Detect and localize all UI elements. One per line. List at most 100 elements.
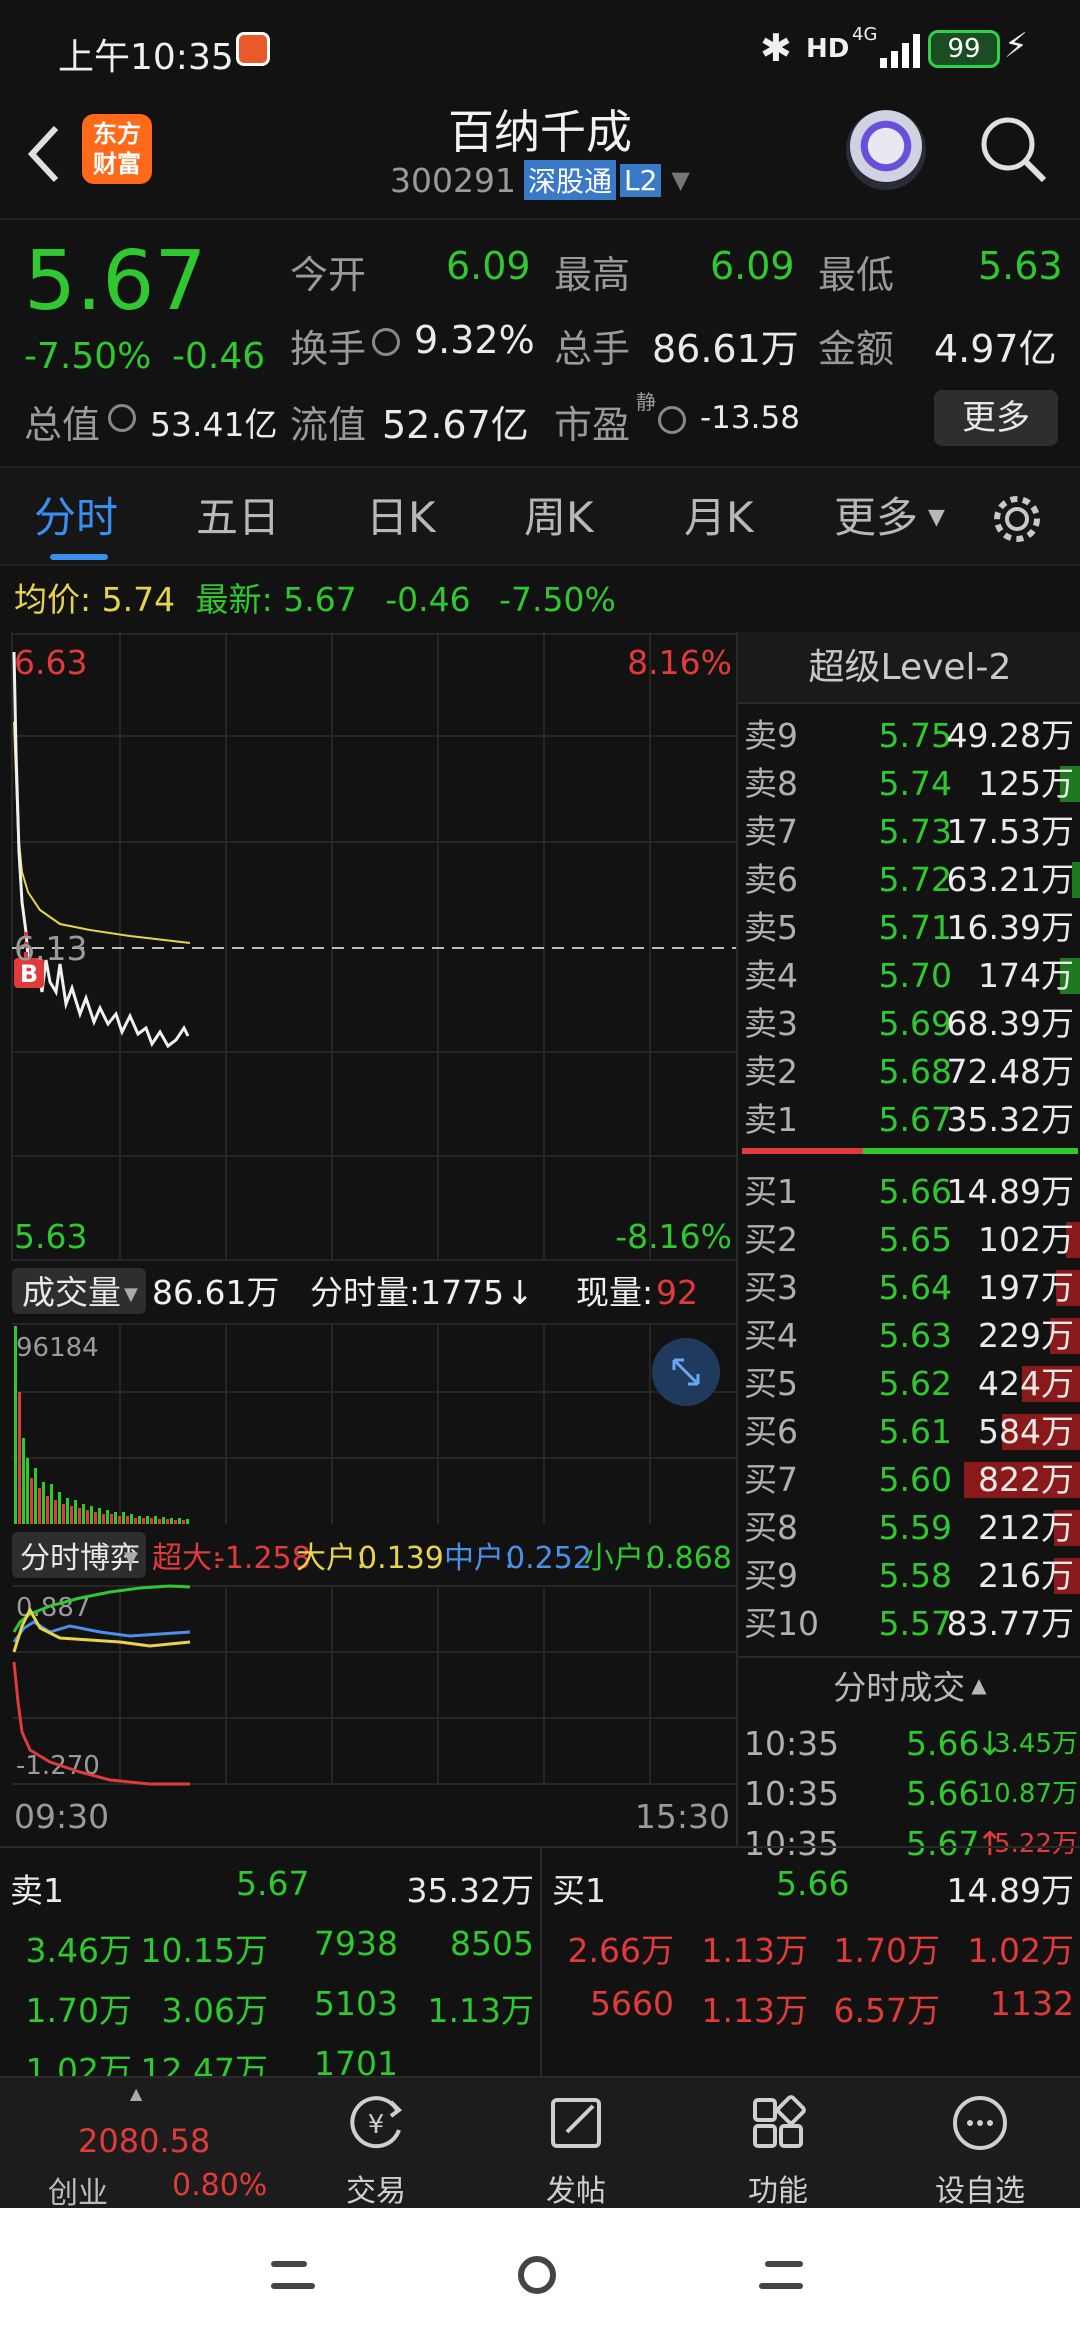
bid-row[interactable]: 买7 5.60 822万 — [738, 1456, 1080, 1504]
bid-volume: 83.77万 — [946, 1604, 1074, 1643]
summary-buy-cell: 2.66万 — [567, 1931, 674, 1970]
triangle-up-icon: ▲ — [971, 1673, 987, 1697]
latest-label: 最新: — [195, 580, 273, 619]
dropdown-triangle-icon: ▼ — [124, 1284, 138, 1305]
ask-label: 卖2 — [744, 1052, 798, 1091]
big-value: 0.139 — [358, 1541, 444, 1576]
tab-more[interactable]: 更多 — [834, 468, 918, 568]
summary-divider — [540, 1848, 542, 2078]
ask-label: 卖7 — [744, 812, 798, 851]
tab-more-triangle-icon: ▼ — [928, 505, 945, 530]
summary-sell-cell: 7938 — [314, 1924, 398, 1963]
bid-label: 买4 — [744, 1316, 798, 1355]
game-dropdown-label: 分时博弈 — [20, 1541, 140, 1576]
nav-trade-label: 交易 — [346, 2174, 406, 2209]
post-edit-icon — [551, 2098, 601, 2148]
bid-label: 买10 — [744, 1604, 819, 1643]
intraday-chart-area[interactable]: B 6.63 8.16% 6.13 5.63 -8.16% 成交量 ▼ 86.6… — [0, 632, 736, 1846]
bid-row[interactable]: 买8 5.59 212万 — [738, 1504, 1080, 1552]
bid-row[interactable]: 买3 5.64 197万 — [738, 1264, 1080, 1312]
bid-row[interactable]: 买9 5.58 216万 — [738, 1552, 1080, 1600]
ask-row[interactable]: 卖3 5.69 68.39万 — [738, 1000, 1080, 1048]
low-value: 5.63 — [978, 244, 1063, 288]
ask-row[interactable]: 卖1 5.67 35.32万 — [738, 1096, 1080, 1144]
amount-value: 4.97亿 — [934, 327, 1057, 371]
bid-price: 5.65 — [878, 1220, 952, 1259]
bid-price: 5.59 — [878, 1508, 952, 1547]
trade-time: 10:35 — [744, 1724, 840, 1763]
float-label: 流值 — [290, 403, 367, 447]
search-icon[interactable] — [978, 114, 1048, 186]
summary-buy-cell: 6.57万 — [833, 1991, 940, 2030]
ask-row[interactable]: 卖9 5.75 49.28万 — [738, 712, 1080, 760]
summary-buy-cell: 1.70万 — [833, 1931, 940, 1970]
settings-gear-icon[interactable] — [990, 492, 1044, 546]
ask-volume: 35.32万 — [946, 1100, 1074, 1139]
tab-weekly-k[interactable]: 周K — [524, 468, 594, 568]
recent-apps-icon[interactable] — [270, 2258, 316, 2292]
triangle-up-icon: ▲ — [130, 2084, 143, 2103]
quote-panel: 5.67 -7.50% -0.46 今开 6.09 最高 6.09 最低 5.6… — [0, 218, 1080, 458]
nav-post[interactable]: 发帖 — [516, 2078, 636, 2210]
info-circle-icon[interactable] — [658, 406, 686, 434]
high-label: 最高 — [554, 253, 631, 297]
volume-value: 86.61万 — [652, 327, 799, 371]
volume-dropdown-label: 成交量 — [22, 1273, 121, 1312]
amount-label: 金额 — [818, 327, 895, 371]
order-book[interactable]: 超级Level-2 卖9 5.75 49.28万 卖8 5.74 125万 卖7 5.73 17… — [736, 632, 1080, 1863]
more-button[interactable]: 更多 — [934, 390, 1058, 446]
bid-volume: 822万 — [978, 1460, 1074, 1499]
level2-title[interactable]: 超级Level-2 — [738, 632, 1080, 704]
index-ticker[interactable]: ▲ 2080.58 创业 0.80% — [0, 2078, 280, 2211]
bid-row[interactable]: 买5 5.62 424万 — [738, 1360, 1080, 1408]
avg-price-curve — [13, 721, 191, 944]
ask-row[interactable]: 卖8 5.74 125万 — [738, 760, 1080, 808]
volume-label: 总手 — [554, 327, 631, 371]
nav-function[interactable]: 功能 — [718, 2078, 838, 2210]
network-type: 4G — [852, 24, 878, 45]
summary-buy-cell: 1132 — [990, 1984, 1074, 2023]
ask-row[interactable]: 卖4 5.70 174万 — [738, 952, 1080, 1000]
trades-title[interactable]: 分时成交 ▲ — [738, 1656, 1080, 1712]
bid-row[interactable]: 买10 5.57 83.77万 — [738, 1600, 1080, 1648]
bid-row[interactable]: 买1 5.66 14.89万 — [738, 1168, 1080, 1216]
info-circle-icon[interactable] — [372, 328, 400, 356]
summary-sell-cell: 5103 — [314, 1984, 398, 2023]
ask-label: 卖4 — [744, 956, 798, 995]
bid-row[interactable]: 买4 5.63 229万 — [738, 1312, 1080, 1360]
stock-code-line[interactable]: 300291 深股通 L2 ▼ — [390, 160, 690, 200]
tab-monthly-k[interactable]: 月K — [684, 468, 754, 568]
ask-row[interactable]: 卖2 5.68 72.48万 — [738, 1048, 1080, 1096]
home-circle-icon[interactable] — [516, 2254, 558, 2296]
ask-row[interactable]: 卖7 5.73 17.53万 — [738, 808, 1080, 856]
chart-bot-pct: -8.16% — [615, 1217, 732, 1256]
bid-row[interactable]: 买2 5.65 102万 — [738, 1216, 1080, 1264]
ask-row[interactable]: 卖6 5.72 63.21万 — [738, 856, 1080, 904]
ask-price: 5.74 — [878, 764, 952, 803]
tab-intraday[interactable]: 分时 — [34, 468, 118, 568]
time-end: 15:30 — [635, 1797, 730, 1836]
nav-trade[interactable]: ¥ 交易 — [316, 2078, 436, 2210]
summary-sell-cell: 8505 — [450, 1924, 534, 1963]
change-amount: -0.46 — [172, 336, 266, 377]
system-nav-bar — [0, 2208, 1080, 2340]
mid-curve — [12, 1620, 191, 1643]
ask-row[interactable]: 卖5 5.71 16.39万 — [738, 904, 1080, 952]
nav-watchlist[interactable]: 设自选 — [918, 2078, 1042, 2210]
summary-sell-cell: 1.13万 — [427, 1991, 534, 2030]
stock-header: 东方 财富 百纳千成 300291 深股通 L2 ▼ — [0, 100, 1080, 218]
bid-row[interactable]: 买6 5.61 584万 — [738, 1408, 1080, 1456]
bid-volume: 102万 — [978, 1220, 1074, 1259]
back-nav-icon[interactable] — [758, 2258, 804, 2292]
mid-value: 0.252 — [506, 1541, 592, 1576]
info-circle-icon[interactable] — [108, 404, 136, 432]
summary-buy-cell: 1.13万 — [701, 1931, 808, 1970]
bid-label: 买2 — [744, 1220, 798, 1259]
volume-max-label: 96184 — [16, 1333, 99, 1363]
tab-daily-k[interactable]: 日K — [366, 468, 436, 568]
svg-text:¥: ¥ — [368, 2110, 385, 2140]
tab-five-day[interactable]: 五日 — [196, 468, 280, 568]
bid-price: 5.58 — [878, 1556, 952, 1595]
summary-sell-price: 5.67 — [236, 1864, 310, 1903]
robot-avatar[interactable] — [846, 110, 926, 190]
